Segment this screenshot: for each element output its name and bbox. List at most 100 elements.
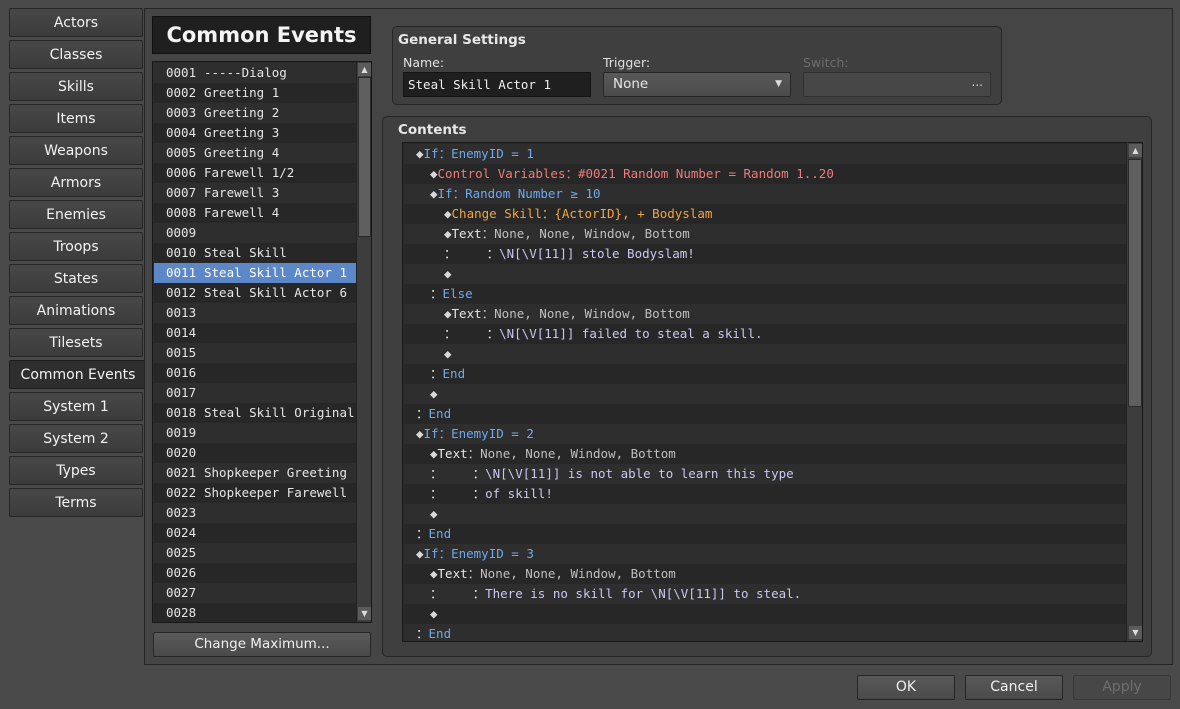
apply-button[interactable]: Apply — [1073, 675, 1171, 700]
change-maximum-button[interactable]: Change Maximum... — [153, 632, 371, 657]
sidebar-tab-enemies[interactable]: Enemies — [9, 200, 143, 229]
common-event-row[interactable]: 0020 — [154, 443, 358, 463]
command-row[interactable]: ◆ — [404, 264, 1126, 284]
sidebar-tab-terms[interactable]: Terms — [9, 488, 143, 517]
sidebar-tab-actors[interactable]: Actors — [9, 8, 143, 37]
event-number: 0007 — [166, 185, 197, 200]
command-row[interactable]: ◆If：Random Number ≥ 10 — [404, 184, 1126, 204]
scroll-thumb[interactable] — [1128, 159, 1142, 407]
common-event-row[interactable]: 0014 — [154, 323, 358, 343]
sidebar-tab-items[interactable]: Items — [9, 104, 143, 133]
command-row[interactable]: ： ：\N[\V[11]] failed to steal a skill. — [404, 324, 1126, 344]
sidebar-tab-skills[interactable]: Skills — [9, 72, 143, 101]
sidebar-tab-system-1[interactable]: System 1 — [9, 392, 143, 421]
command-row[interactable]: ：End — [404, 364, 1126, 384]
command-row[interactable]: ：Else — [404, 284, 1126, 304]
command-row[interactable]: ◆Text：None, None, Window, Bottom — [404, 564, 1126, 584]
name-input[interactable]: Steal Skill Actor 1 — [403, 72, 591, 97]
contents-scrollbar[interactable]: ▲ ▼ — [1126, 143, 1142, 641]
command-row[interactable]: ◆If：EnemyID = 1 — [404, 144, 1126, 164]
command-row[interactable]: ◆ — [404, 504, 1126, 524]
common-event-row[interactable]: 0023 — [154, 503, 358, 523]
common-event-row[interactable]: 0015 — [154, 343, 358, 363]
command-row[interactable]: ◆ — [404, 604, 1126, 624]
sidebar-tab-common-events[interactable]: Common Events — [9, 360, 147, 389]
common-event-row[interactable]: 0024 — [154, 523, 358, 543]
event-number: 0014 — [166, 325, 197, 340]
common-event-row[interactable]: 0009 — [154, 223, 358, 243]
common-event-row[interactable]: 0017 — [154, 383, 358, 403]
command-row[interactable]: ◆ — [404, 344, 1126, 364]
event-list-scrollbar[interactable]: ▲ ▼ — [356, 62, 371, 622]
common-event-row[interactable]: 0018 Steal Skill Original — [154, 403, 358, 423]
event-number: 0005 — [166, 145, 197, 160]
panel-title: Common Events — [152, 16, 371, 54]
common-event-row[interactable]: 0027 — [154, 583, 358, 603]
sidebar-tab-armors[interactable]: Armors — [9, 168, 143, 197]
cancel-button[interactable]: Cancel — [965, 675, 1063, 700]
common-event-row[interactable]: 0016 — [154, 363, 358, 383]
sidebar-tab-classes[interactable]: Classes — [9, 40, 143, 69]
command-diamond-icon: ◆ — [416, 546, 424, 561]
common-event-row[interactable]: 0008 Farewell 4 — [154, 203, 358, 223]
common-event-row[interactable]: 0004 Greeting 3 — [154, 123, 358, 143]
command-text: Change Skill：{ActorID}, + Bodyslam — [451, 206, 713, 221]
scroll-up-icon[interactable]: ▲ — [1129, 144, 1142, 157]
command-text: If：Random Number ≥ 10 — [437, 186, 601, 201]
command-text: ： — [416, 526, 429, 541]
sidebar-tab-weapons[interactable]: Weapons — [9, 136, 143, 165]
command-text: \N[\V[11]] is not able to learn this typ… — [485, 466, 794, 481]
event-name: Greeting 1 — [204, 85, 280, 100]
common-event-row[interactable]: 0026 — [154, 563, 358, 583]
command-row[interactable]: ◆If：EnemyID = 3 — [404, 544, 1126, 564]
event-number: 0010 — [166, 245, 197, 260]
common-event-row[interactable]: 0013 — [154, 303, 358, 323]
sidebar-tab-system-2[interactable]: System 2 — [9, 424, 143, 453]
command-row[interactable]: ◆Change Skill：{ActorID}, + Bodyslam — [404, 204, 1126, 224]
command-row[interactable]: ： ：There is no skill for \N[\V[11]] to s… — [404, 584, 1126, 604]
ok-button[interactable]: OK — [857, 675, 955, 700]
common-event-list[interactable]: 0001 -----Dialog 0002 Greeting 1 0003 Greetin… — [152, 61, 372, 623]
trigger-select[interactable]: None ▼ — [603, 72, 791, 97]
sidebar-tab-states[interactable]: States — [9, 264, 143, 293]
event-number: 0022 — [166, 485, 197, 500]
sidebar-tab-tilesets[interactable]: Tilesets — [9, 328, 143, 357]
command-row[interactable]: ： ：\N[\V[11]] is not able to learn this … — [404, 464, 1126, 484]
common-event-row[interactable]: 0012 Steal Skill Actor 6 — [154, 283, 358, 303]
sidebar-tab-types[interactable]: Types — [9, 456, 143, 485]
common-event-row[interactable]: 0006 Farewell 1/2 — [154, 163, 358, 183]
command-row[interactable]: ：End — [404, 524, 1126, 544]
command-row[interactable]: ◆Control Variables：#0021 Random Number =… — [404, 164, 1126, 184]
command-diamond-icon: ◆ — [430, 606, 438, 621]
command-row[interactable]: ◆If：EnemyID = 2 — [404, 424, 1126, 444]
sidebar-tab-troops[interactable]: Troops — [9, 232, 143, 261]
event-name: -----Dialog — [204, 65, 287, 80]
common-event-row[interactable]: 0028 — [154, 603, 358, 622]
common-event-row[interactable]: 0003 Greeting 2 — [154, 103, 358, 123]
scroll-thumb[interactable] — [358, 77, 371, 237]
command-row[interactable]: ◆ — [404, 384, 1126, 404]
command-row[interactable]: ◆Text：None, None, Window, Bottom — [404, 224, 1126, 244]
command-row[interactable]: ◆Text：None, None, Window, Bottom — [404, 304, 1126, 324]
common-event-row[interactable]: 0002 Greeting 1 — [154, 83, 358, 103]
event-name: Greeting 2 — [204, 105, 280, 120]
common-event-row[interactable]: 0022 Shopkeeper Farewell — [154, 483, 358, 503]
scroll-down-icon[interactable]: ▼ — [358, 607, 371, 620]
scroll-up-icon[interactable]: ▲ — [358, 63, 371, 76]
common-event-row[interactable]: 0005 Greeting 4 — [154, 143, 358, 163]
command-row[interactable]: ：End — [404, 404, 1126, 424]
common-event-row[interactable]: 0010 Steal Skill — [154, 243, 358, 263]
common-event-row[interactable]: 0001 -----Dialog — [154, 63, 358, 83]
common-event-row[interactable]: 0021 Shopkeeper Greeting — [154, 463, 358, 483]
common-event-row[interactable]: 0019 — [154, 423, 358, 443]
scroll-down-icon[interactable]: ▼ — [1129, 626, 1142, 639]
command-row[interactable]: ： ：of skill! — [404, 484, 1126, 504]
common-event-row[interactable]: 0025 — [154, 543, 358, 563]
command-row[interactable]: ◆Text：None, None, Window, Bottom — [404, 444, 1126, 464]
sidebar-tab-animations[interactable]: Animations — [9, 296, 143, 325]
common-event-row[interactable]: 0007 Farewell 3 — [154, 183, 358, 203]
event-command-list[interactable]: ◆If：EnemyID = 1 ◆Control Variables：#0021 … — [402, 142, 1143, 642]
command-row[interactable]: ： ：\N[\V[11]] stole Bodyslam! — [404, 244, 1126, 264]
command-row[interactable]: ：End — [404, 624, 1126, 641]
common-event-row[interactable]: 0011 Steal Skill Actor 1 — [154, 263, 358, 283]
